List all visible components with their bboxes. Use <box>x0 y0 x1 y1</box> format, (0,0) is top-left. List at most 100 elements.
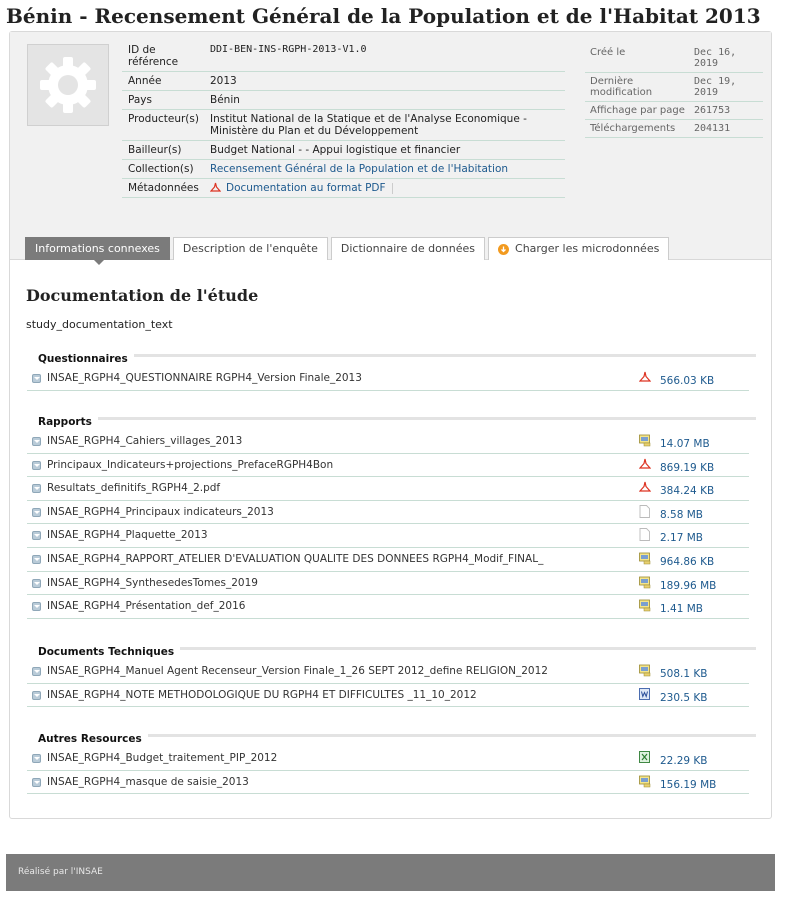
section-header: Questionnaires <box>26 347 756 367</box>
documentation-text: study_documentation_text <box>26 318 173 331</box>
meta-value: Bénin <box>210 94 240 106</box>
file-name[interactable]: Principaux_Indicateurs+projections_Prefa… <box>47 459 333 471</box>
meta-row-year: Année 2013 <box>122 72 565 91</box>
document-icon <box>639 599 651 612</box>
meta-label: ID de référence <box>128 44 179 68</box>
file-row[interactable]: INSAE_RGPH4_RAPPORT_ATELIER D'EVALUATION… <box>27 548 749 572</box>
document-icon <box>639 552 651 565</box>
file-row[interactable]: INSAE_RGPH4_SynthesedesTomes_2019 189.96 … <box>27 572 749 596</box>
file-size[interactable]: 508.1 KB <box>660 668 708 680</box>
tab-data-dictionary[interactable]: Dictionnaire de données <box>330 237 486 260</box>
section-header: Autres Resources <box>26 727 756 747</box>
collection-link[interactable]: Recensement Général de la Population et … <box>210 163 508 175</box>
file-row[interactable]: INSAE_RGPH4_Budget_traitement_PIP_2012 22… <box>27 747 749 771</box>
metadata-pdf-link[interactable]: Documentation au format PDF <box>226 182 386 194</box>
file-row[interactable]: INSAE_RGPH4_Principaux indicateurs_2013 8… <box>27 501 749 525</box>
file-size[interactable]: 189.96 MB <box>660 580 716 592</box>
expand-icon[interactable] <box>32 602 41 612</box>
stat-label: Dernière modification <box>590 76 653 98</box>
file-size[interactable]: 230.5 KB <box>660 692 708 704</box>
file-size[interactable]: 8.58 MB <box>660 509 703 521</box>
stat-value: Dec 16, 2019 <box>694 47 737 69</box>
file-row[interactable]: INSAE_RGPH4_NOTE METHODOLOGIQUE DU RGPH4… <box>27 684 749 708</box>
excel-icon <box>639 751 651 764</box>
meta-label: Bailleur(s) <box>128 144 182 156</box>
expand-icon[interactable] <box>32 578 41 588</box>
meta-label: Pays <box>128 94 152 106</box>
meta-value: Budget National - - Appui logistique et … <box>210 144 461 156</box>
stat-label: Créé le <box>590 47 626 58</box>
file-name[interactable]: INSAE_RGPH4_masque de saisie_2013 <box>47 776 249 788</box>
download-icon <box>498 243 510 255</box>
file-name[interactable]: INSAE_RGPH4_Budget_traitement_PIP_2012 <box>47 752 277 764</box>
meta-label: Producteur(s) <box>128 113 199 125</box>
stat-value: 261753 <box>694 105 731 116</box>
file-size[interactable]: 384.24 KB <box>660 485 714 497</box>
expand-icon[interactable] <box>32 554 41 564</box>
expand-icon[interactable] <box>32 460 41 470</box>
expand-icon[interactable] <box>32 777 41 787</box>
tab-related-info[interactable]: Informations connexes <box>25 237 170 265</box>
meta-label: Collection(s) <box>128 163 194 175</box>
pdf-icon <box>209 182 222 194</box>
file-section: Documents Techniques INSAE_RGPH4_Manuel A… <box>26 640 756 708</box>
file-name[interactable]: INSAE_RGPH4_Principaux indicateurs_2013 <box>47 506 274 518</box>
expand-icon[interactable] <box>32 754 41 763</box>
file-row[interactable]: INSAE_RGPH4_Manuel Agent Recenseur_Versi… <box>27 660 749 684</box>
file-size[interactable]: 14.07 MB <box>660 438 710 450</box>
file-name[interactable]: INSAE_RGPH4_Manuel Agent Recenseur_Versi… <box>47 665 548 677</box>
word-icon <box>639 687 651 701</box>
file-section: Rapports INSAE_RGPH4_Cahiers_villages_201… <box>26 410 756 619</box>
expand-icon[interactable] <box>32 484 41 494</box>
meta-row-country: Pays Bénin <box>122 91 565 110</box>
documentation-title: Documentation de l'étude <box>26 286 259 305</box>
file-size[interactable]: 2.17 MB <box>660 532 703 544</box>
document-icon <box>639 664 651 677</box>
section-header: Rapports <box>26 410 756 430</box>
file-size[interactable]: 156.19 MB <box>660 779 716 791</box>
file-size[interactable]: 566.03 KB <box>660 375 714 387</box>
file-row[interactable]: INSAE_RGPH4_QUESTIONNAIRE RGPH4_Version … <box>27 367 749 391</box>
page-title: Bénin - Recensement Général de la Popula… <box>6 4 761 28</box>
file-name[interactable]: INSAE_RGPH4_Plaquette_2013 <box>47 529 208 541</box>
file-row[interactable]: Principaux_Indicateurs+projections_Prefa… <box>27 454 749 478</box>
file-size[interactable]: 22.29 KB <box>660 755 708 767</box>
file-name[interactable]: INSAE_RGPH4_Présentation_def_2016 <box>47 600 245 612</box>
file-name[interactable]: Resultats_definitifs_RGPH4_2.pdf <box>47 482 220 494</box>
file-size[interactable]: 869.19 KB <box>660 462 714 474</box>
pdf-icon <box>638 371 652 384</box>
file-row[interactable]: Resultats_definitifs_RGPH4_2.pdf 384.24 K… <box>27 477 749 501</box>
section-header: Documents Techniques <box>26 640 756 660</box>
file-name[interactable]: INSAE_RGPH4_Cahiers_villages_2013 <box>47 435 242 447</box>
file-name[interactable]: INSAE_RGPH4_SynthesedesTomes_2019 <box>47 577 258 589</box>
expand-icon[interactable] <box>32 374 41 383</box>
meta-row-ref: ID de référence DDI-BEN-INS-RGPH-2013-V1… <box>122 41 565 72</box>
stat-value: Dec 19, 2019 <box>694 76 737 98</box>
file-row[interactable]: INSAE_RGPH4_Présentation_def_2016 1.41 MB <box>27 595 749 619</box>
blank-file-icon <box>639 504 651 518</box>
tab-label: Charger les microdonnées <box>515 242 660 255</box>
expand-icon[interactable] <box>32 667 41 676</box>
tab-survey-description[interactable]: Description de l'enquête <box>172 237 328 260</box>
tab-get-microdata[interactable]: Charger les microdonnées <box>488 237 670 260</box>
meta-value: 2013 <box>210 75 237 87</box>
expand-icon[interactable] <box>32 507 41 517</box>
blank-file-icon <box>639 528 651 542</box>
file-row[interactable]: INSAE_RGPH4_Cahiers_villages_2013 14.07 M… <box>27 430 749 454</box>
expand-icon[interactable] <box>32 437 41 446</box>
section-title: Autres Resources <box>26 731 148 747</box>
file-row[interactable]: INSAE_RGPH4_masque de saisie_2013 156.19 … <box>27 771 749 795</box>
gear-icon <box>40 57 96 113</box>
file-name[interactable]: INSAE_RGPH4_NOTE METHODOLOGIQUE DU RGPH4… <box>47 689 477 701</box>
expand-icon[interactable] <box>32 690 41 700</box>
file-row[interactable]: INSAE_RGPH4_Plaquette_2013 2.17 MB <box>27 524 749 548</box>
file-size[interactable]: 1.41 MB <box>660 603 703 615</box>
study-header: ID de référence DDI-BEN-INS-RGPH-2013-V1… <box>10 32 771 265</box>
document-icon <box>639 576 651 589</box>
stat-row-views: Affichage par page 261753 <box>585 102 763 120</box>
file-name[interactable]: INSAE_RGPH4_RAPPORT_ATELIER D'EVALUATION… <box>47 553 543 565</box>
file-size[interactable]: 964.86 KB <box>660 556 714 568</box>
stat-label: Affichage par page <box>590 105 685 116</box>
file-name[interactable]: INSAE_RGPH4_QUESTIONNAIRE RGPH4_Version … <box>47 372 362 384</box>
expand-icon[interactable] <box>32 531 41 541</box>
